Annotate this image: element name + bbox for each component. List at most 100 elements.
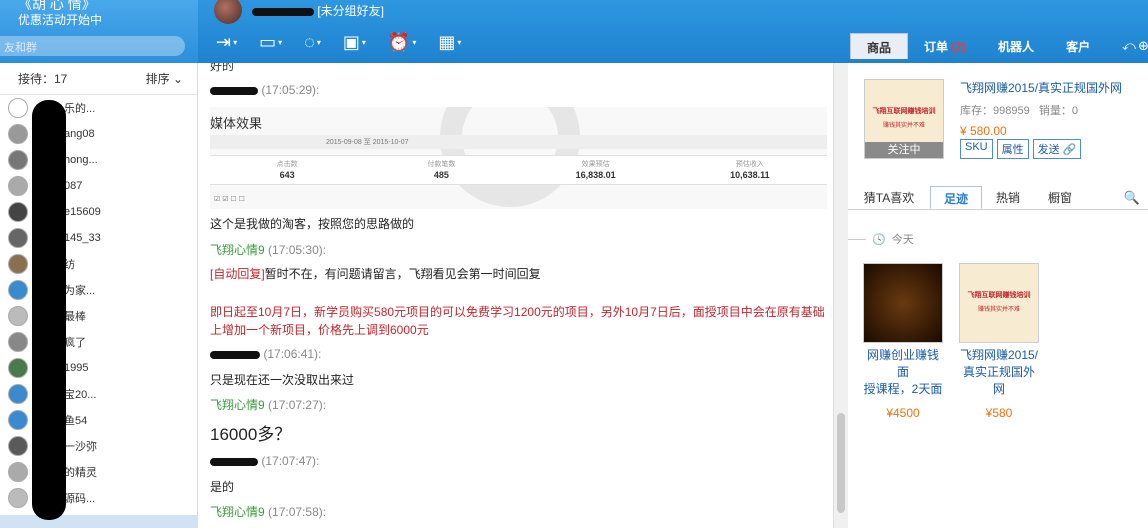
message-text: 这个是我做的淘客，按照您的思路做的 xyxy=(210,217,415,231)
share-icon[interactable]: ⇥ ▾ xyxy=(216,32,237,53)
list-item[interactable]: 纺 xyxy=(0,251,197,277)
message-text: 只是现在还一次没取出来过 xyxy=(210,373,355,387)
date-divider: 🕓 今天 xyxy=(848,231,1148,247)
redacted-sender xyxy=(210,350,260,359)
shared-screenshot[interactable]: 媒体效果 2015-09-08 至 2015-10-07 点击数 643 付款笔数… xyxy=(210,107,827,209)
contact-header: [未分组好友] xyxy=(252,2,384,19)
avatar xyxy=(8,436,28,456)
tab-footprint[interactable]: 足迹 xyxy=(930,186,982,209)
tab-guess[interactable]: 猜TA喜欢 xyxy=(848,186,930,209)
screenshot-checkboxes: ☑ ☑ ☐ ☐ xyxy=(214,196,245,203)
calendar-add-icon[interactable]: ▦ ▾ xyxy=(438,32,461,53)
contact-avatar[interactable] xyxy=(214,0,242,24)
message-header: (17:06:41): xyxy=(210,347,321,361)
list-item[interactable]: 145_33 xyxy=(0,225,197,251)
list-item[interactable]: 087 xyxy=(0,173,197,199)
metric: 点击数 643 xyxy=(276,161,298,180)
avatar xyxy=(8,98,28,118)
list-item[interactable]: 一沙弥 xyxy=(0,433,197,459)
promo-text[interactable]: 优惠活动开始中 xyxy=(18,11,102,28)
avatar xyxy=(8,228,28,248)
message-header: (17:05:29): xyxy=(210,83,319,97)
footprint-card[interactable]: 网赚创业赚钱面 授课程，2天面 ¥4500 xyxy=(863,263,943,420)
product-price: ¥ 580.00 xyxy=(960,124,1007,138)
message-text: [自动回复]暂时不在，有问题请留言，飞翔看见会第一时间回复 xyxy=(210,267,541,281)
tab-customer[interactable]: 客户 xyxy=(1050,33,1106,59)
auto-reply-tag: [自动回复] xyxy=(210,267,265,281)
product-image[interactable]: 飞翔互联网赚钱培训 赚钱其实并不难 关注中 xyxy=(864,79,944,159)
sub-tabs: 猜TA喜欢 足迹 热销 橱窗 xyxy=(848,186,1148,210)
chat-bubble-icon[interactable]: ◌ ▾ xyxy=(304,32,321,53)
scrollbar-thumb[interactable] xyxy=(837,413,845,513)
list-item[interactable]: e15609 xyxy=(0,199,197,225)
chat-scrollbar[interactable] xyxy=(833,63,848,528)
selected-contact[interactable] xyxy=(0,515,198,528)
clock-icon: 🕓 xyxy=(872,233,886,246)
account-panel: 《胡 心 情》 优惠活动开始中 友和群 xyxy=(0,0,198,63)
more-icon[interactable]: ⊕ xyxy=(1138,38,1148,54)
chat-toolbar: ⇥ ▾ ▭ ▾ ◌ ▾ ▣ ▾ ⏰ ▾ ▦ ▾ xyxy=(216,32,461,53)
list-item[interactable]: 为家... xyxy=(0,277,197,303)
list-item[interactable]: 源码... xyxy=(0,485,197,511)
avatar xyxy=(8,280,28,300)
redacted-sender xyxy=(210,86,258,95)
avatar xyxy=(8,384,28,404)
sort-dropdown[interactable]: 排序 ⌄ xyxy=(146,70,183,87)
tab-showcase[interactable]: 橱窗 xyxy=(1034,186,1086,209)
sku-button[interactable]: SKU xyxy=(960,139,993,159)
search-input[interactable]: 友和群 xyxy=(0,36,185,56)
search-icon[interactable]: 🔍 xyxy=(1124,190,1140,206)
back-icon[interactable]: ⤺ xyxy=(1122,38,1136,54)
list-item[interactable]: 的精灵 xyxy=(0,459,197,485)
list-item[interactable]: 最棒 xyxy=(0,303,197,329)
avatar xyxy=(8,150,28,170)
footprint-card[interactable]: 飞翔互联网赚钱培训 赚钱其实并不难 飞翔网赚2015/真实正规国外网 ¥580 xyxy=(959,263,1039,420)
right-tabs: 商品 订单 (2) 机器人 客户 xyxy=(850,33,1106,59)
product-stock: 库存：998959 销量：0 xyxy=(960,105,1079,117)
message-text: 好的 xyxy=(210,63,235,73)
avatar xyxy=(8,488,28,508)
list-item[interactable]: 1995 xyxy=(0,355,197,381)
avatar xyxy=(8,462,28,482)
product-panel: 飞翔互联网赚钱培训 赚钱其实并不难 关注中 飞翔网赚2015/真实正规国外网 库… xyxy=(848,63,1148,528)
list-item[interactable]: ang08 xyxy=(0,121,197,147)
screenshot-filter-bar: 2015-09-08 至 2015-10-07 xyxy=(210,135,827,149)
chevron-down-icon: ⌄ xyxy=(172,72,183,86)
tab-orders[interactable]: 订单 (2) xyxy=(908,33,982,59)
message-text: 是的 xyxy=(210,480,235,494)
follow-badge[interactable]: 关注中 xyxy=(865,142,943,158)
tab-robot[interactable]: 机器人 xyxy=(982,33,1050,59)
metric: 预估收入 10,638.11 xyxy=(730,161,770,180)
tab-hot[interactable]: 热销 xyxy=(982,186,1034,209)
avatar xyxy=(8,176,28,196)
tab-products[interactable]: 商品 xyxy=(850,33,909,59)
attributes-button[interactable]: 属性 xyxy=(996,139,1029,159)
footprint-title[interactable]: 网赚创业赚钱面 授课程，2天面 xyxy=(863,347,943,398)
list-item[interactable]: 鱼54 xyxy=(0,407,197,433)
contact-group: [未分组好友] xyxy=(317,4,385,18)
list-item[interactable]: 疯了 xyxy=(0,329,197,355)
message-header: 飞翔心情9 (17:07:58): xyxy=(210,505,327,519)
footprint-price: ¥4500 xyxy=(886,406,920,420)
contact-panel: 接待：17 排序 ⌄ 乐的... ang08 hong... 087 e1560… xyxy=(0,63,198,528)
footprint-title[interactable]: 飞翔网赚2015/真实正规国外网 xyxy=(959,347,1039,398)
avatar xyxy=(8,202,28,222)
metric: 付款笔数 485 xyxy=(427,161,456,180)
link-icon: 🔗 xyxy=(1062,144,1077,156)
list-item[interactable]: hong... xyxy=(0,147,197,173)
message-header: 飞翔心情9 (17:07:27): xyxy=(210,398,327,412)
list-item[interactable]: 宝20... xyxy=(0,381,197,407)
message-text: 16000多？ xyxy=(210,425,292,444)
list-item[interactable]: 乐的... xyxy=(0,95,197,121)
alarm-icon[interactable]: ⏰ ▾ xyxy=(388,32,416,53)
screen-share-icon[interactable]: ▣ ▾ xyxy=(343,32,366,53)
avatar xyxy=(8,306,28,326)
send-button[interactable]: 发送 🔗 xyxy=(1032,139,1082,159)
footprint-price: ¥580 xyxy=(985,406,1013,420)
product-title-link[interactable]: 飞翔网赚2015/真实正规国外网 xyxy=(960,79,1145,96)
avatar xyxy=(8,410,28,430)
video-icon[interactable]: ▭ ▾ xyxy=(259,32,282,53)
avatar xyxy=(8,358,28,378)
redacted-name xyxy=(252,7,314,16)
avatar xyxy=(8,124,28,144)
